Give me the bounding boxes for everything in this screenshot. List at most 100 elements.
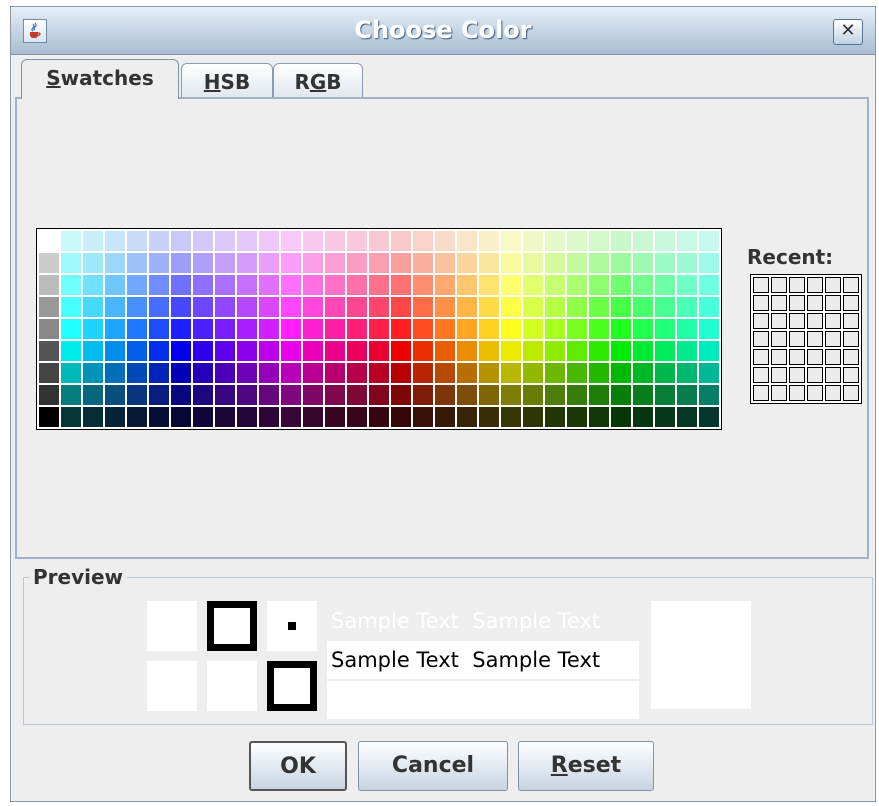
color-swatch[interactable]	[677, 231, 697, 251]
recent-swatch[interactable]	[825, 331, 841, 347]
color-swatch[interactable]	[611, 407, 631, 427]
color-swatch[interactable]	[281, 319, 301, 339]
title-bar[interactable]: Choose Color ✕	[11, 7, 875, 55]
color-swatch[interactable]	[61, 319, 81, 339]
color-swatch[interactable]	[281, 231, 301, 251]
recent-swatch[interactable]	[753, 313, 769, 329]
color-swatch[interactable]	[149, 253, 169, 273]
color-swatch[interactable]	[149, 297, 169, 317]
color-swatch[interactable]	[39, 319, 59, 339]
color-swatch[interactable]	[303, 407, 323, 427]
recent-swatch[interactable]	[771, 367, 787, 383]
color-swatch[interactable]	[567, 275, 587, 295]
color-swatch[interactable]	[435, 253, 455, 273]
recent-swatch[interactable]	[843, 331, 859, 347]
color-swatch[interactable]	[391, 231, 411, 251]
recent-swatch[interactable]	[753, 331, 769, 347]
color-swatch[interactable]	[215, 297, 235, 317]
recent-swatch[interactable]	[807, 367, 823, 383]
color-swatch[interactable]	[83, 407, 103, 427]
color-swatch[interactable]	[171, 253, 191, 273]
color-swatch[interactable]	[325, 253, 345, 273]
color-swatch[interactable]	[259, 385, 279, 405]
color-swatch[interactable]	[391, 253, 411, 273]
color-swatch[interactable]	[171, 319, 191, 339]
color-swatch[interactable]	[523, 341, 543, 361]
color-swatch[interactable]	[83, 341, 103, 361]
color-swatch[interactable]	[457, 385, 477, 405]
recent-swatch[interactable]	[807, 277, 823, 293]
color-swatch[interactable]	[347, 385, 367, 405]
color-swatch[interactable]	[369, 297, 389, 317]
color-swatch[interactable]	[545, 253, 565, 273]
recent-swatch[interactable]	[789, 331, 805, 347]
color-swatch[interactable]	[435, 275, 455, 295]
color-swatch[interactable]	[457, 231, 477, 251]
color-swatch[interactable]	[611, 231, 631, 251]
recent-swatch[interactable]	[825, 349, 841, 365]
recent-swatch[interactable]	[825, 295, 841, 311]
color-swatch[interactable]	[369, 407, 389, 427]
color-swatch[interactable]	[193, 407, 213, 427]
color-swatch[interactable]	[149, 231, 169, 251]
color-swatch[interactable]	[83, 385, 103, 405]
recent-swatch[interactable]	[825, 277, 841, 293]
color-swatch[interactable]	[611, 319, 631, 339]
color-swatch[interactable]	[303, 341, 323, 361]
recent-swatch[interactable]	[789, 349, 805, 365]
color-swatch[interactable]	[325, 275, 345, 295]
color-swatch[interactable]	[501, 253, 521, 273]
color-swatch[interactable]	[303, 385, 323, 405]
color-swatch[interactable]	[699, 253, 719, 273]
color-swatch[interactable]	[347, 407, 367, 427]
recent-swatch[interactable]	[771, 349, 787, 365]
color-swatch[interactable]	[391, 385, 411, 405]
color-swatch[interactable]	[633, 385, 653, 405]
recent-swatch[interactable]	[789, 295, 805, 311]
color-swatch[interactable]	[479, 385, 499, 405]
color-swatch[interactable]	[193, 231, 213, 251]
color-swatch[interactable]	[171, 363, 191, 383]
color-swatch[interactable]	[457, 319, 477, 339]
color-swatch[interactable]	[369, 231, 389, 251]
color-swatch[interactable]	[39, 231, 59, 251]
color-swatch[interactable]	[457, 341, 477, 361]
color-swatch[interactable]	[677, 407, 697, 427]
color-swatch[interactable]	[281, 385, 301, 405]
color-swatch[interactable]	[281, 407, 301, 427]
color-swatch[interactable]	[281, 363, 301, 383]
color-swatch[interactable]	[325, 319, 345, 339]
color-swatch[interactable]	[435, 363, 455, 383]
color-swatch[interactable]	[457, 407, 477, 427]
color-swatch[interactable]	[523, 253, 543, 273]
color-swatch[interactable]	[281, 253, 301, 273]
color-swatch[interactable]	[347, 363, 367, 383]
color-swatch[interactable]	[61, 363, 81, 383]
recent-swatch[interactable]	[789, 277, 805, 293]
color-swatch[interactable]	[655, 275, 675, 295]
color-swatch[interactable]	[61, 407, 81, 427]
color-swatch[interactable]	[611, 363, 631, 383]
color-swatch[interactable]	[105, 407, 125, 427]
color-swatch[interactable]	[611, 297, 631, 317]
color-swatch[interactable]	[567, 297, 587, 317]
color-swatch[interactable]	[435, 385, 455, 405]
color-swatch[interactable]	[567, 253, 587, 273]
color-swatch[interactable]	[303, 253, 323, 273]
color-swatch[interactable]	[589, 341, 609, 361]
color-swatch[interactable]	[699, 275, 719, 295]
color-swatch[interactable]	[193, 297, 213, 317]
color-swatch[interactable]	[83, 231, 103, 251]
color-swatch[interactable]	[83, 275, 103, 295]
recent-swatch[interactable]	[789, 367, 805, 383]
color-swatch[interactable]	[413, 253, 433, 273]
color-swatch[interactable]	[699, 341, 719, 361]
color-swatch[interactable]	[347, 297, 367, 317]
recent-swatch[interactable]	[753, 367, 769, 383]
color-swatch[interactable]	[677, 253, 697, 273]
color-swatch[interactable]	[589, 407, 609, 427]
color-swatch[interactable]	[303, 275, 323, 295]
color-swatch[interactable]	[567, 319, 587, 339]
color-swatch[interactable]	[633, 275, 653, 295]
color-swatch[interactable]	[479, 363, 499, 383]
